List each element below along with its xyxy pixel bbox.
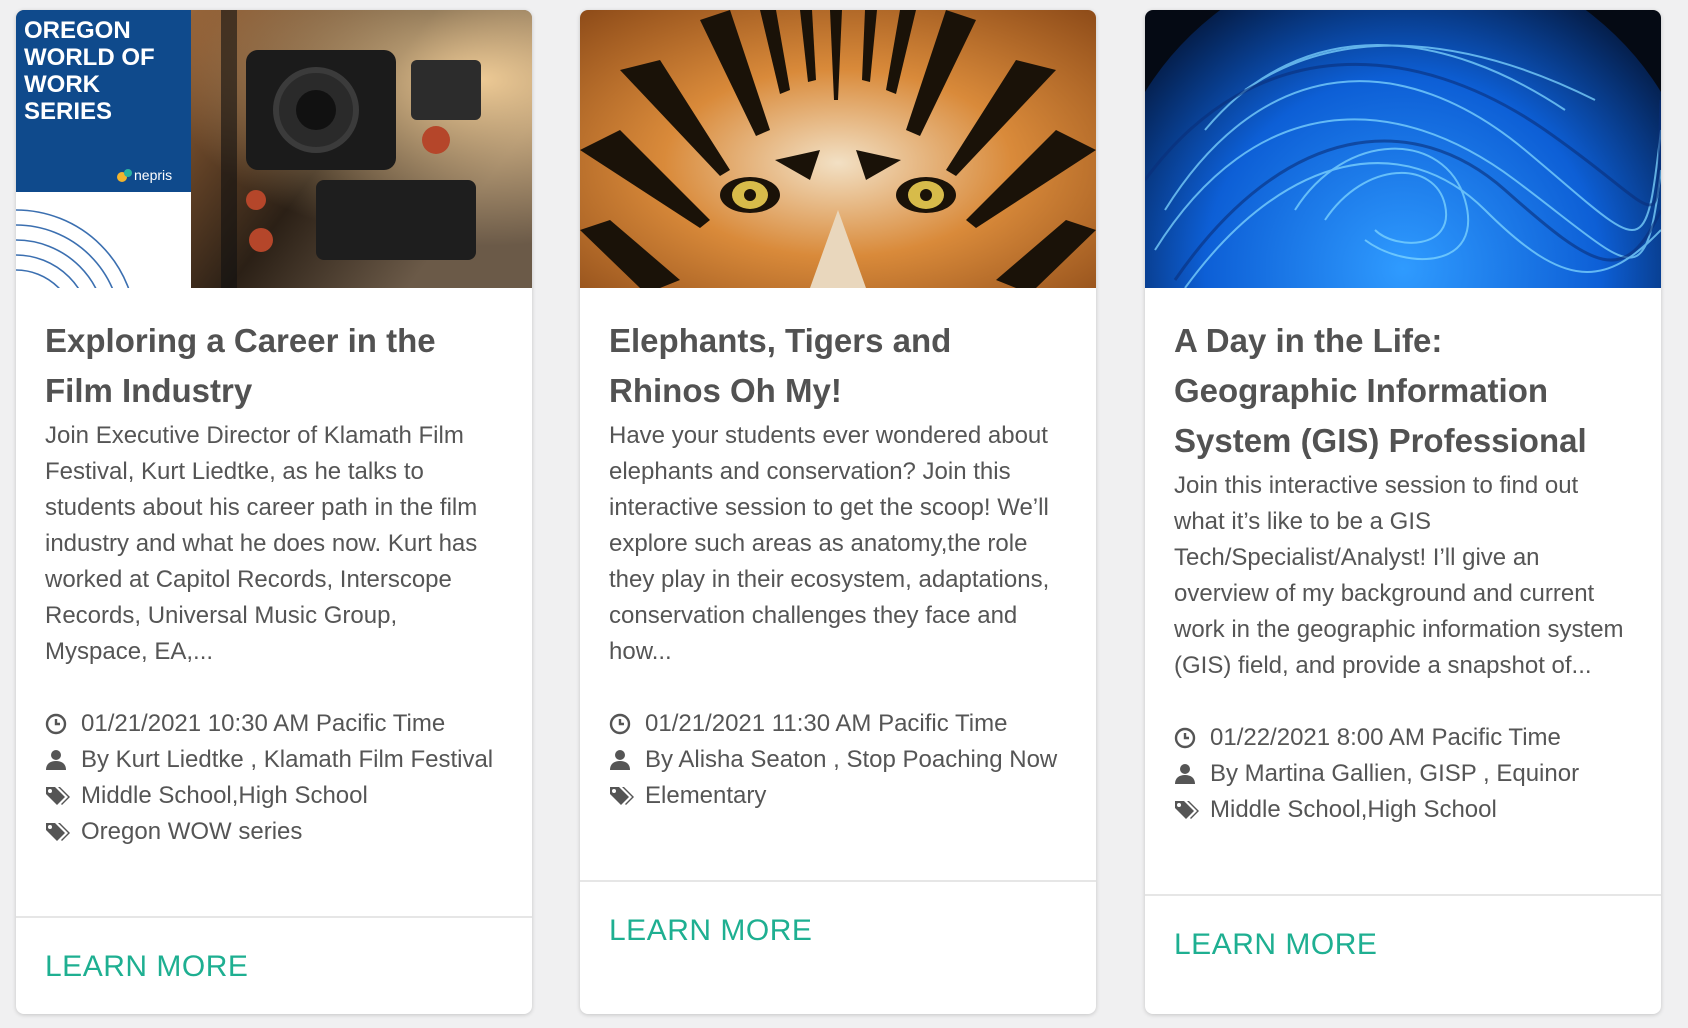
grades-text: Middle School,High School	[1210, 796, 1497, 823]
datetime-text: 01/21/2021 11:30 AM Pacific Time	[645, 710, 1008, 737]
tags-icon	[609, 778, 645, 814]
speaker-text: By Kurt Liedtke , Klamath Film Festival	[81, 746, 494, 773]
card-description: Have your students ever wondered about e…	[609, 422, 1050, 665]
card-footer: LEARN MORE	[580, 880, 1096, 980]
svg-text:SERIES: SERIES	[24, 98, 112, 125]
meta-series: Oregon WOW series	[45, 814, 503, 850]
meta-grades: Middle School,High School	[45, 778, 503, 814]
learn-more-link[interactable]: LEARN MORE	[609, 914, 812, 948]
meta-datetime: 01/22/2021 8:00 AM Pacific Time	[1174, 720, 1632, 756]
user-icon	[609, 742, 645, 778]
user-icon	[1174, 756, 1210, 792]
tiger-image	[580, 10, 1096, 288]
learn-more-link[interactable]: LEARN MORE	[1174, 928, 1377, 962]
user-icon	[45, 742, 81, 778]
meta-grades: Elementary	[609, 778, 1067, 814]
card-meta: 01/21/2021 10:30 AM Pacific Time By Kurt…	[45, 706, 503, 850]
card-meta: 01/22/2021 8:00 AM Pacific Time By Marti…	[1174, 720, 1632, 828]
speaker-text: By Alisha Seaton , Stop Poaching Now	[645, 746, 1058, 773]
svg-text:nepris: nepris	[134, 167, 172, 183]
film-camera-image: OREGON WORLD OF WORK SERIES nepris	[16, 10, 532, 288]
meta-datetime: 01/21/2021 11:30 AM Pacific Time	[609, 706, 1067, 742]
clock-icon	[45, 706, 81, 742]
card-title[interactable]: Elephants, Tigers and Rhinos Oh My!	[609, 316, 1067, 416]
grades-text: Elementary	[645, 782, 767, 809]
grades-text: Middle School,High School	[81, 782, 368, 809]
card-thumbnail-tiger[interactable]	[580, 10, 1096, 288]
card-description: Join this interactive session to find ou…	[1174, 472, 1624, 679]
tags-icon	[45, 814, 81, 850]
card-footer: LEARN MORE	[1145, 894, 1661, 994]
card-thumbnail-film[interactable]: OREGON WORLD OF WORK SERIES nepris	[16, 10, 532, 288]
card-thumbnail-gis[interactable]	[1145, 10, 1661, 288]
meta-speaker: By Alisha Seaton , Stop Poaching Now	[609, 742, 1067, 778]
clock-icon	[609, 706, 645, 742]
clock-icon	[1174, 720, 1210, 756]
datetime-text: 01/21/2021 10:30 AM Pacific Time	[81, 710, 446, 737]
svg-text:OREGON: OREGON	[24, 17, 131, 44]
globe-swirl-image	[1145, 10, 1661, 288]
series-text: Oregon WOW series	[81, 818, 303, 845]
card-title[interactable]: Exploring a Career in the Film Industry	[45, 316, 503, 416]
learn-more-link[interactable]: LEARN MORE	[45, 950, 248, 984]
event-card-grid: OREGON WORLD OF WORK SERIES nepris Explo…	[0, 0, 1688, 1028]
tags-icon	[1174, 792, 1210, 828]
card-footer: LEARN MORE	[16, 916, 532, 1014]
meta-grades: Middle School,High School	[1174, 792, 1632, 828]
card-description: Join Executive Director of Klamath Film …	[45, 422, 478, 665]
card-title[interactable]: A Day in the Life: Geographic Informatio…	[1174, 316, 1632, 466]
svg-text:WORK: WORK	[24, 71, 101, 98]
speaker-text: By Martina Gallien, GISP , Equinor	[1210, 760, 1580, 787]
card-meta: 01/21/2021 11:30 AM Pacific Time By Alis…	[609, 706, 1067, 814]
meta-speaker: By Martina Gallien, GISP , Equinor	[1174, 756, 1632, 792]
event-card[interactable]: OREGON WORLD OF WORK SERIES nepris Explo…	[16, 10, 532, 1014]
tags-icon	[45, 778, 81, 814]
datetime-text: 01/22/2021 8:00 AM Pacific Time	[1210, 724, 1561, 751]
meta-datetime: 01/21/2021 10:30 AM Pacific Time	[45, 706, 503, 742]
meta-speaker: By Kurt Liedtke , Klamath Film Festival	[45, 742, 503, 778]
event-card[interactable]: A Day in the Life: Geographic Informatio…	[1145, 10, 1661, 1014]
event-card[interactable]: Elephants, Tigers and Rhinos Oh My! Have…	[580, 10, 1096, 1014]
svg-text:WORLD OF: WORLD OF	[24, 44, 155, 71]
